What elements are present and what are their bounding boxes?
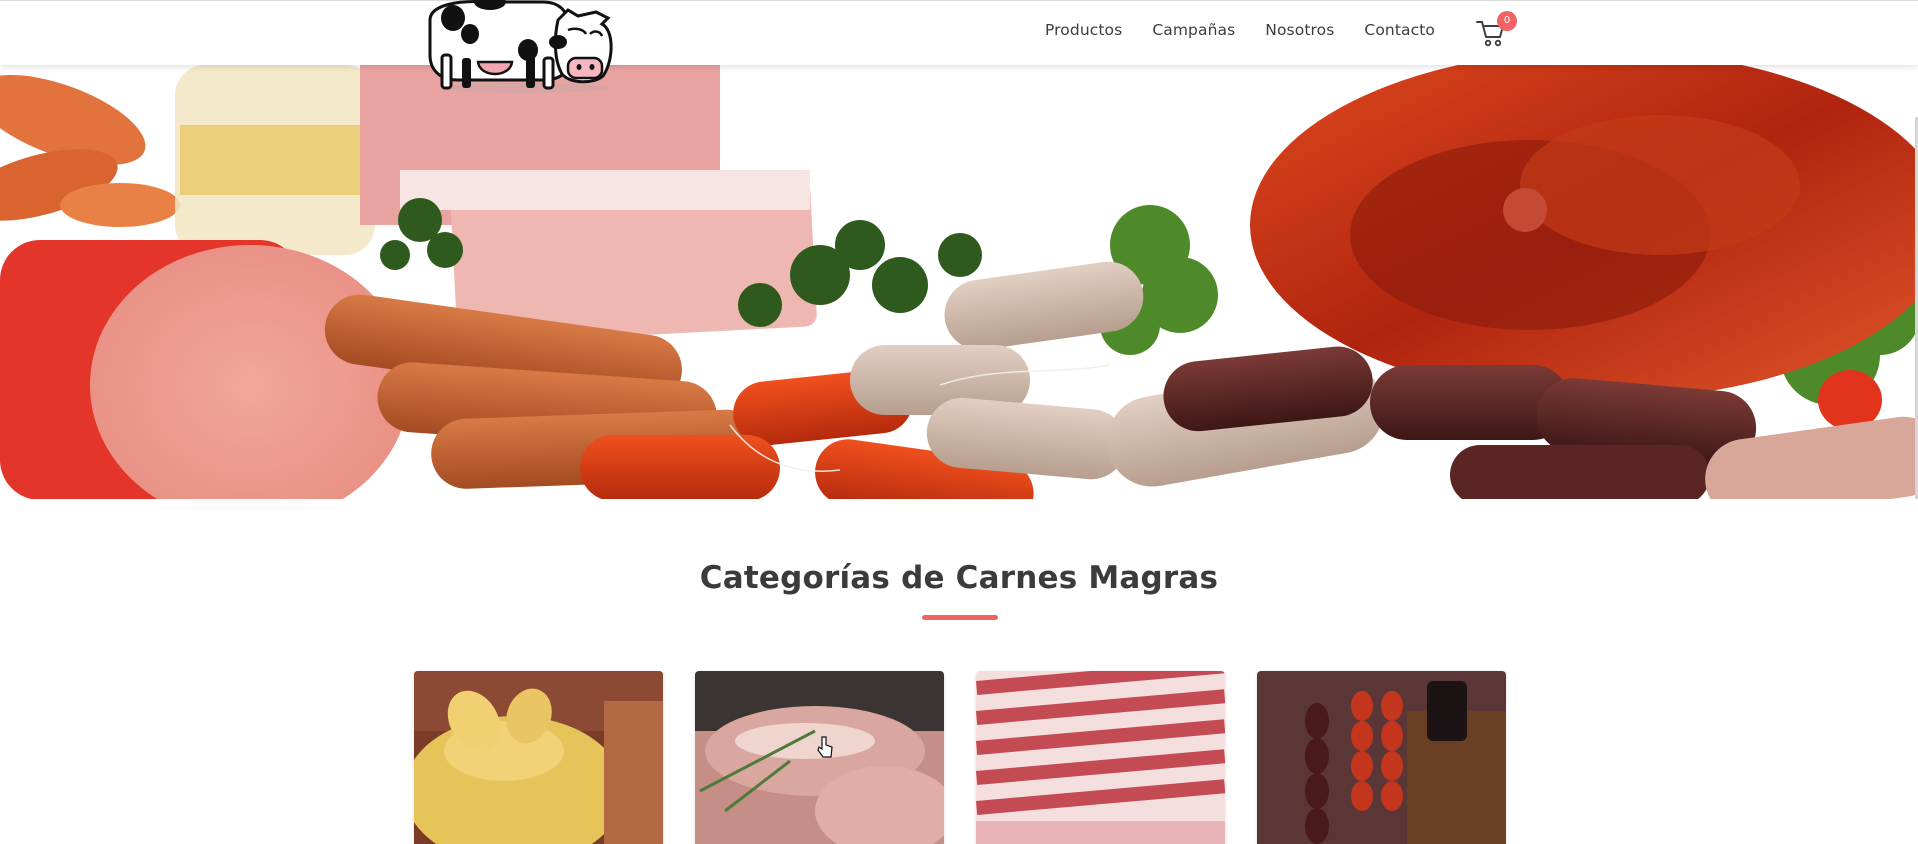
category-card-chicken[interactable] <box>414 671 663 844</box>
pork-loin-with-rosemary-photo <box>695 671 944 844</box>
cured-meats-and-sausages-photo <box>0 65 1918 499</box>
whole-chicken-photo <box>414 671 663 844</box>
cow-logo-icon[interactable] <box>418 0 628 95</box>
main-nav: Productos Campañas Nosotros Contacto <box>1045 21 1465 39</box>
category-card-ribs[interactable] <box>976 671 1225 844</box>
category-card-chorizo[interactable] <box>1257 671 1506 844</box>
nav-campanas[interactable]: Campañas <box>1152 21 1235 39</box>
category-card-pork-loin[interactable] <box>695 671 944 844</box>
pork-ribs-photo <box>976 671 1225 844</box>
site-header: Productos Campañas Nosotros Contacto 0 <box>0 0 1918 65</box>
hero-banner <box>0 65 1918 499</box>
nav-contacto[interactable]: Contacto <box>1364 21 1435 39</box>
title-underline <box>922 615 998 620</box>
section-title: Categorías de Carnes Magras <box>699 560 1219 596</box>
nav-productos[interactable]: Productos <box>1045 21 1122 39</box>
nav-nosotros[interactable]: Nosotros <box>1265 21 1334 39</box>
hanging-chorizo-and-morcilla-photo <box>1257 671 1506 844</box>
cart-count-badge: 0 <box>1497 11 1517 31</box>
